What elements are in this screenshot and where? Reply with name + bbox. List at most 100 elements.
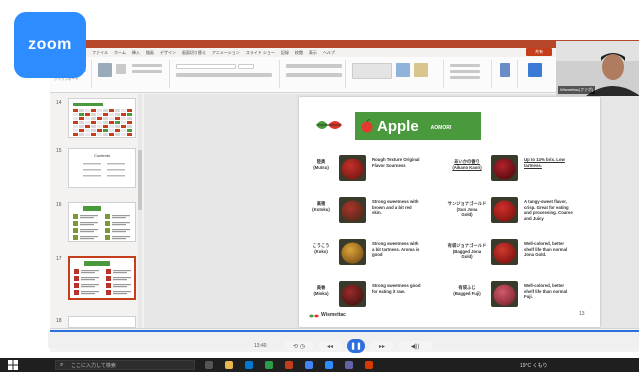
apple-banner: Apple AOMORI [355,112,481,140]
forward-button[interactable]: ▸▸ [370,341,394,351]
apple-photo [339,155,366,181]
video-settings-button[interactable]: ⟲ ◷ [284,341,314,351]
apple-photo [339,281,366,307]
volume-slider[interactable]: ◀)) [398,341,432,351]
screen: ファイル ホーム 挿入 描画 デザイン 画面切り替え アニメーション スライド ショー 記録 校閲… [0,0,639,372]
variety-description: Strong sweetness with brown and a bit re… [372,199,419,216]
variety-name: 陸奥 (Mutsu) [313,159,329,170]
search-icon: ⌕ [60,361,64,368]
powerpoint-window: ファイル ホーム 挿入 描画 デザイン 画面切り替え アニメーション スライド ショー 記録 校閲… [50,40,639,352]
thumbnail-slide[interactable]: Contents [68,148,136,188]
thumbnail-slide-active[interactable] [68,256,136,300]
video-controls [48,332,639,348]
list-buttons[interactable] [286,64,342,68]
powerpoint-icon[interactable] [285,361,293,369]
select-icon[interactable] [450,76,480,79]
arrange-icon[interactable] [396,63,410,77]
thumb-number: 18 [56,318,62,324]
font-group [172,60,280,88]
apple-photo [491,239,518,265]
zoom-logo-text: zoom [28,36,72,53]
quick-styles-icon[interactable] [414,63,428,77]
editing-group [446,60,492,88]
ribbon-tab[interactable]: デザイン [160,50,176,56]
ribbon-tab[interactable]: 挿入 [132,50,140,56]
layout-icon[interactable] [132,64,162,67]
thumb-number: 16 [56,202,62,208]
variety-description: A tangy-sweet flavor, crisp. Great for e… [524,199,573,221]
taskbar-search[interactable]: ⌕ ここに入力して検索 [55,360,195,370]
calendar-table-thumb [73,103,132,136]
windows-start-icon[interactable] [8,360,18,370]
apple-photo [339,239,366,265]
designer-group [520,60,552,88]
variety-description: Well-colored, better shelf life than nor… [524,241,568,258]
ribbon-tab[interactable]: アニメーション [212,50,240,56]
font-name-select[interactable] [176,64,236,69]
slide-canvas[interactable]: Apple AOMORI 陸奥 (Mutsu) Rough Texture Ori… [299,97,600,327]
microphone-icon[interactable] [500,63,510,77]
thumbnail-slide[interactable] [68,202,136,242]
file-explorer-icon[interactable] [225,361,233,369]
align-buttons[interactable] [286,73,342,77]
apple-thumb [74,261,131,295]
variety-description: Up to 14% brix. Low tartness. [524,157,565,168]
excel-icon[interactable] [265,361,273,369]
ribbon-tab[interactable]: 画面切り替え [182,50,206,56]
variety-description: Well-colored, better shelf life than nor… [524,283,568,300]
slide-page-number: 13 [579,311,585,317]
thumbnail-scrollbar[interactable] [138,94,142,328]
zoom-logo: zoom [14,12,86,78]
shapes-gallery[interactable] [352,63,392,79]
thumbnail-slide[interactable] [68,316,136,328]
webcam-video: Wismettac(ファボ) [556,41,639,96]
edge-icon[interactable] [245,361,253,369]
thumbnail-pane: 14 15 Contents 16 17 18 [50,94,142,328]
outlook-icon[interactable] [365,361,373,369]
ribbon-tab[interactable]: 記録 [281,50,289,56]
variety-name: 美香 (Mioka) [313,285,329,296]
variety-description: Rough Texture Original Flavor Sourness [372,157,420,168]
play-pause-button[interactable]: ❚❚ [347,339,365,353]
rewind-button[interactable]: ◂◂ [318,341,342,351]
ribbon-tab[interactable]: 表示 [309,50,317,56]
slides-group [94,60,170,88]
font-format-buttons[interactable] [176,73,272,77]
ribbon-tab[interactable]: ヘルプ [323,50,335,56]
thumb-number: 14 [56,100,62,106]
apple-photo [491,197,518,223]
paragraph-group [282,60,346,88]
apple-photo [339,197,366,223]
banner-subtitle: AOMORI [430,125,452,131]
thumb-number: 15 [56,148,62,154]
variety-name: 有袋ふじ (Bagged Fuji) [453,285,481,296]
contents-lines [83,163,125,177]
variety-name: サンジョナゴールド (Sun Jona Gold) [447,201,487,218]
task-view-icon[interactable] [205,361,213,369]
find-icon[interactable] [450,64,480,67]
new-slide-icon[interactable] [98,63,112,77]
video-time: 13:40 [254,343,267,349]
variety-description: Strong sweetness good for eating it raw. [372,283,421,294]
font-size-select[interactable] [238,64,254,69]
ribbon-tab[interactable]: 描画 [146,50,154,56]
variety-description: Strong sweetness with a bit tartness. Ar… [372,241,420,258]
teams-icon[interactable] [345,361,353,369]
apple-photo [491,281,518,307]
thumbnail-slide[interactable] [68,98,136,138]
ribbon-tab[interactable]: ホーム [114,50,126,56]
ribbon-tab[interactable]: スライド ショー [246,50,275,56]
title-bar [50,40,639,48]
chrome-icon[interactable] [305,361,313,369]
zoom-taskbar-icon[interactable] [325,361,333,369]
leaves-logo [316,121,342,129]
thumb-number: 17 [56,256,62,262]
ribbon-tab[interactable]: ファイル [92,50,108,56]
designer-icon[interactable] [528,63,542,77]
ribbon-tab[interactable]: 校閲 [295,50,303,56]
variety-name: あいかの香り (Aikano Kaori) [452,159,482,170]
replace-icon[interactable] [450,70,480,73]
reuse-slide-icon[interactable] [116,64,126,74]
share-button[interactable]: 共有 [526,48,552,56]
reset-icon[interactable] [132,70,162,73]
